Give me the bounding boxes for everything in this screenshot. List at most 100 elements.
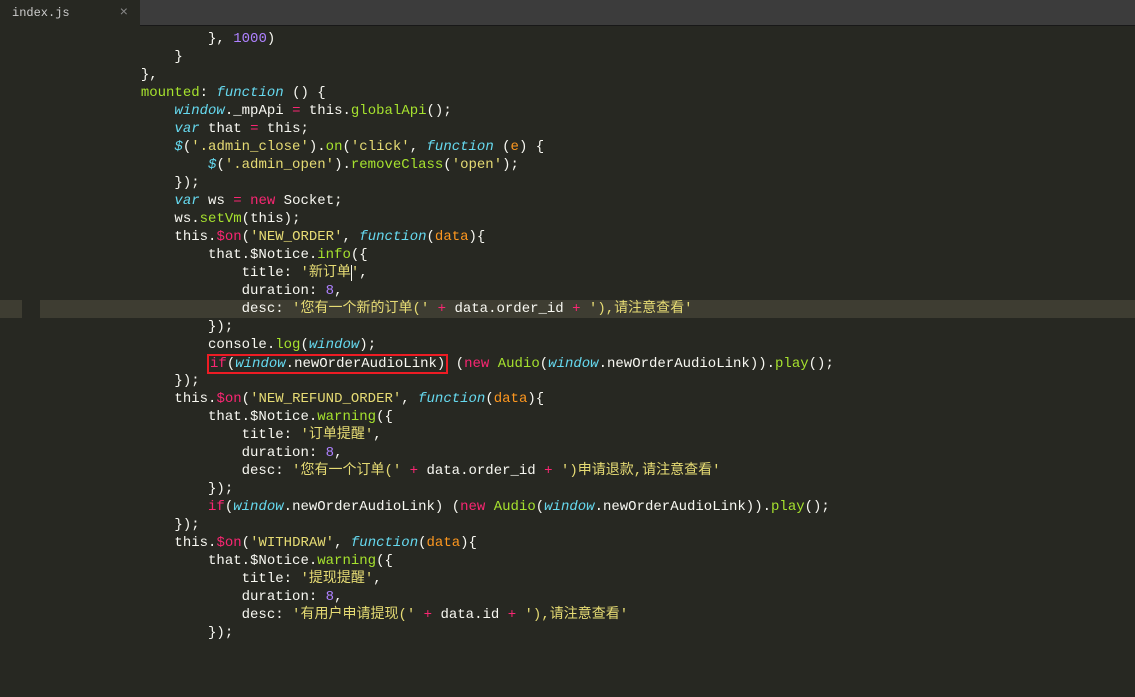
code-line[interactable]: }, [40, 66, 1135, 84]
code-token: .newOrderAudioLink) ( [284, 499, 460, 515]
code-token: desc: [40, 607, 292, 623]
code-token [429, 301, 437, 317]
code-line[interactable]: console.log(window); [40, 336, 1135, 354]
close-icon[interactable]: × [120, 5, 128, 21]
code-line[interactable]: title: '新订单', [40, 264, 1135, 282]
code-token: ({ [376, 409, 393, 425]
code-line[interactable]: desc: '您有一个新的订单(' + data.order_id + '),请… [40, 300, 1135, 318]
gutter-line [0, 174, 22, 192]
code-token [40, 121, 174, 137]
code-token: ){ [460, 535, 477, 551]
code-token: 'NEW_REFUND_ORDER' [250, 391, 401, 407]
code-line[interactable]: that.$Notice.warning({ [40, 408, 1135, 426]
gutter-line [0, 390, 22, 408]
code-token: title: [40, 427, 300, 443]
gutter-line [0, 318, 22, 336]
code-token: . [225, 103, 233, 119]
code-line[interactable]: $('.admin_open').removeClass('open'); [40, 156, 1135, 174]
code-token: ( [242, 391, 250, 407]
code-line[interactable]: this.$on('NEW_REFUND_ORDER', function(da… [40, 390, 1135, 408]
code-token: ). [309, 139, 326, 155]
code-token: this [309, 103, 343, 119]
code-line[interactable]: that.$Notice.warning({ [40, 552, 1135, 570]
code-token: }); [40, 517, 200, 533]
code-token: '),请注意查看' [525, 607, 629, 623]
code-token: this [174, 229, 208, 245]
code-line[interactable]: desc: '您有一个订单(' + data.order_id + ')申请退款… [40, 462, 1135, 480]
editor[interactable]: }, 1000) } }, mounted: function () { win… [0, 26, 1135, 697]
gutter-line [0, 102, 22, 120]
code-line[interactable]: this.$on('NEW_ORDER', function(data){ [40, 228, 1135, 246]
code-line[interactable]: desc: '有用户申请提现(' + data.id + '),请注意查看' [40, 606, 1135, 624]
code-line[interactable]: }); [40, 516, 1135, 534]
code-token: + [410, 463, 418, 479]
code-token: ( [485, 391, 493, 407]
code-line[interactable]: duration: 8, [40, 444, 1135, 462]
code-token: , [334, 445, 342, 461]
code-line[interactable]: that.$Notice.info({ [40, 246, 1135, 264]
code-token: '有用户申请提现(' [292, 607, 415, 623]
code-token: () { [284, 85, 326, 101]
code-line[interactable]: ws.setVm(this); [40, 210, 1135, 228]
code-line[interactable]: if(window.newOrderAudioLink) (new Audio(… [40, 498, 1135, 516]
code-line[interactable]: mounted: function () { [40, 84, 1135, 102]
code-token: $on [216, 391, 241, 407]
code-token: on [326, 139, 343, 155]
code-line[interactable]: }); [40, 480, 1135, 498]
code-token: ){ [469, 229, 486, 245]
code-token: $on [216, 535, 241, 551]
code-token [40, 157, 208, 173]
code-token: window [235, 356, 285, 372]
code-token: function [418, 391, 485, 407]
code-line[interactable]: this.$on('WITHDRAW', function(data){ [40, 534, 1135, 552]
code-token: , [334, 589, 342, 605]
code-line[interactable]: title: '订单提醒', [40, 426, 1135, 444]
code-token: this [267, 121, 301, 137]
code-line[interactable]: duration: 8, [40, 588, 1135, 606]
code-line[interactable]: window._mpApi = this.globalApi(); [40, 102, 1135, 120]
code-token: '订单提醒' [300, 427, 373, 443]
code-token: , [410, 139, 427, 155]
code-token: + [572, 301, 580, 317]
code-token: '.admin_close' [191, 139, 309, 155]
code-token: ' [351, 265, 359, 281]
code-line[interactable]: if(window.newOrderAudioLink) (new Audio(… [40, 354, 1135, 372]
code-line[interactable]: var that = this; [40, 120, 1135, 138]
code-token: (); [805, 499, 830, 515]
gutter-line [0, 246, 22, 264]
code-line[interactable]: }); [40, 174, 1135, 192]
code-line[interactable]: var ws = new Socket; [40, 192, 1135, 210]
code-token [40, 535, 174, 551]
code-token: window [174, 103, 224, 119]
code-token: 'click' [351, 139, 410, 155]
code-token: warning [317, 553, 376, 569]
code-token: this [250, 211, 284, 227]
code-token: + [438, 301, 446, 317]
gutter-line [0, 624, 22, 642]
code-token [40, 356, 208, 372]
code-token: 1000 [233, 31, 267, 47]
code-token [40, 193, 174, 209]
tab-index-js[interactable]: index.js × [0, 0, 140, 26]
code-token: .newOrderAudioLink)). [599, 356, 775, 372]
code-token: ( [443, 157, 451, 173]
code-area[interactable]: }, 1000) } }, mounted: function () { win… [34, 26, 1135, 697]
code-line[interactable]: } [40, 48, 1135, 66]
code-line[interactable]: }); [40, 318, 1135, 336]
code-line[interactable]: }, 1000) [40, 30, 1135, 48]
code-token: play [771, 499, 805, 515]
code-token [415, 607, 423, 623]
code-token: new [250, 193, 275, 209]
code-token: } [40, 49, 183, 65]
code-token: (); [427, 103, 452, 119]
code-line[interactable]: $('.admin_close').on('click', function (… [40, 138, 1135, 156]
code-token: 'WITHDRAW' [250, 535, 334, 551]
code-token: '提现提醒' [300, 571, 373, 587]
code-token: ( [242, 211, 250, 227]
code-token: ( [242, 535, 250, 551]
gutter-line [0, 426, 22, 444]
code-line[interactable]: }); [40, 624, 1135, 642]
code-line[interactable]: duration: 8, [40, 282, 1135, 300]
code-line[interactable]: title: '提现提醒', [40, 570, 1135, 588]
code-line[interactable]: }); [40, 372, 1135, 390]
